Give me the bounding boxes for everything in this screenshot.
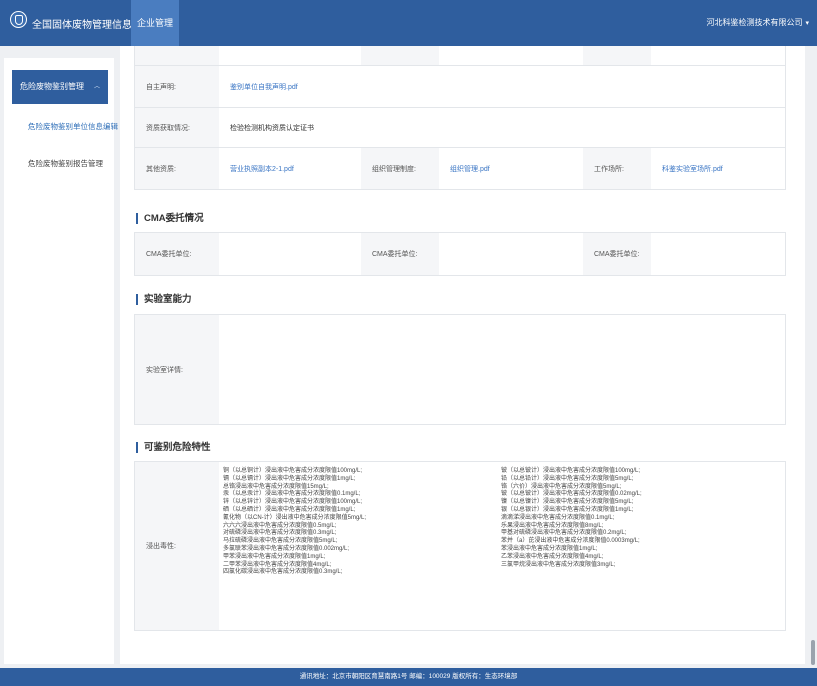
hazard-item: 镉（以总镉计）浸出液中危害成分浓度限值1mg/L; bbox=[223, 475, 356, 482]
cma-unit-label-1: CMA委托单位: bbox=[135, 233, 219, 275]
hazard-item: 铅（以总铅计）浸出液中危害成分浓度限值5mg/L; bbox=[501, 475, 634, 482]
caret-down-icon: ▾ bbox=[805, 20, 809, 27]
lab-details-label: 实验室详情: bbox=[135, 315, 219, 424]
hazard-item: 乙苯浸出液中危害成分浓度限值4mg/L; bbox=[501, 553, 604, 560]
hazard-list-right: 铍（以总铍计）浸出液中危害成分浓度限值100mg/L; 铅（以总铅计）浸出液中危害… bbox=[501, 468, 642, 569]
hazard-item: 氰化物（以CN-计）浸出液中危害成分浓度限值5mg/L; bbox=[223, 514, 367, 521]
table-row-lab-details: 实验室详情: bbox=[134, 314, 786, 425]
cma-unit-value-1 bbox=[219, 233, 361, 275]
row-label-cell bbox=[583, 46, 651, 65]
hazard-item: 苯浸出液中危害成分浓度限值1mg/L; bbox=[501, 545, 598, 552]
hazard-item: 铍（以总铍计）浸出液中危害成分浓度限值100mg/L; bbox=[501, 468, 641, 474]
hazard-item: 铜（以总铜计）浸出液中危害成分浓度限值100mg/L; bbox=[223, 468, 363, 474]
other-qualification-file-link[interactable]: 营业执照副本2-1.pdf bbox=[219, 148, 361, 189]
hazard-item: 锌（以总锌计）浸出液中危害成分浓度限值100mg/L; bbox=[223, 499, 363, 506]
hazard-item: 滴滴涕浸出液中危害成分浓度限值0.1mg/L; bbox=[501, 514, 615, 521]
system-logo-icon bbox=[10, 11, 27, 28]
sidebar-item-unit-info-edit[interactable]: 危险废物鉴别单位信息编辑 bbox=[28, 121, 118, 132]
table-row-self-declaration: 自主声明: 鉴别单位自我声明.pdf bbox=[134, 66, 786, 108]
hazard-item: 多氯联苯浸出液中危害成分浓度限值0.002mg/L; bbox=[223, 545, 350, 552]
section-title-cma: CMA委托情况 bbox=[136, 213, 204, 224]
table-row-qualification-obtained: 资质获取情况: 检验检测机构资质认定证书 bbox=[134, 108, 786, 148]
org-management-label: 组织管理制度: bbox=[361, 148, 439, 189]
table-row-leaching-toxicity: 浸出毒性: 铜（以总铜计）浸出液中危害成分浓度限值100mg/L; 镉（以总镉计）… bbox=[134, 461, 786, 631]
hazard-list-left: 铜（以总铜计）浸出液中危害成分浓度限值100mg/L; 镉（以总镉计）浸出液中危害… bbox=[223, 468, 366, 577]
company-name: 河北科鉴检测技术有限公司 bbox=[706, 18, 803, 27]
row-label-cell bbox=[361, 46, 439, 65]
cma-unit-value-2 bbox=[439, 233, 583, 275]
other-qualification-label: 其他资质: bbox=[135, 148, 219, 189]
cma-unit-value-3 bbox=[651, 233, 787, 275]
section-title-hazard-characteristics: 可鉴别危险特性 bbox=[136, 442, 211, 453]
hazard-item: 苯并（a）芘浸出液中危害成分浓度限值0.0003mg/L; bbox=[501, 538, 640, 545]
footer: 通讯地址：北京市朝阳区育慧南路1号 邮编：100029 版权所有：生态环境部 bbox=[0, 668, 817, 686]
hazard-item: 镍（以总镍计）浸出液中危害成分浓度限值5mg/L; bbox=[501, 499, 634, 506]
hazard-item: 银（以总银计）浸出液中危害成分浓度限值1mg/L; bbox=[501, 506, 634, 513]
sidebar-group-label: 危险废物鉴别管理 bbox=[20, 82, 84, 91]
hazard-item: 四氯化碳浸出液中危害成分浓度限值0.3mg/L; bbox=[223, 569, 343, 576]
hazard-item: 三氯甲烷浸出液中危害成分浓度限值3mg/L; bbox=[501, 561, 616, 568]
cma-unit-label-2: CMA委托单位: bbox=[361, 233, 439, 275]
qualification-obtained-label: 资质获取情况: bbox=[135, 108, 219, 147]
cma-unit-label-3: CMA委托单位: bbox=[583, 233, 651, 275]
self-declaration-file-link[interactable]: 鉴别单位自我声明.pdf bbox=[219, 66, 787, 107]
hazard-item: 甲基对硫磷浸出液中危害成分浓度限值0.2mg/L; bbox=[501, 530, 627, 537]
hazard-item: 甲苯浸出液中危害成分浓度限值1mg/L; bbox=[223, 553, 326, 560]
hazard-item: 对硫磷浸出液中危害成分浓度限值0.3mg/L; bbox=[223, 530, 337, 537]
workplace-file-link[interactable]: 科鉴实验室场所.pdf bbox=[651, 148, 787, 189]
org-management-file-link[interactable]: 组织管理.pdf bbox=[439, 148, 583, 189]
sidebar: 危险废物鉴别管理 ︿ 危险废物鉴别单位信息编辑 危险废物鉴别报告管理 bbox=[4, 58, 118, 664]
company-menu[interactable]: 河北科鉴检测技术有限公司 ▾ bbox=[706, 17, 809, 28]
table-row-cma: CMA委托单位: CMA委托单位: CMA委托单位: bbox=[134, 232, 786, 276]
tab-enterprise-management[interactable]: 企业管理 bbox=[131, 0, 179, 46]
qualification-obtained-value: 检验检测机构资质认定证书 bbox=[230, 124, 314, 132]
table-row-other-qualifications: 其他资质: 营业执照副本2-1.pdf 组织管理制度: 组织管理.pdf 工作场… bbox=[134, 148, 786, 190]
top-header-bar: 全国固体废物管理信息系统 企业管理 河北科鉴检测技术有限公司 ▾ bbox=[0, 0, 817, 46]
clipped-table-row bbox=[134, 46, 786, 66]
lab-details-value bbox=[219, 315, 787, 424]
workplace-label: 工作场所: bbox=[583, 148, 651, 189]
sidebar-item-report-management[interactable]: 危险废物鉴别报告管理 bbox=[28, 158, 103, 169]
leaching-toxicity-label: 浸出毒性: bbox=[135, 462, 219, 630]
chevron-up-icon: ︿ bbox=[93, 84, 100, 90]
hazard-item: 硒（以总硒计）浸出液中危害成分浓度限值1mg/L; bbox=[223, 506, 356, 513]
sidebar-group-hazardous-waste-identification[interactable]: 危险废物鉴别管理 ︿ bbox=[12, 70, 108, 104]
main-content: 自主声明: 鉴别单位自我声明.pdf 资质获取情况: 检验检测机构资质认定证书 … bbox=[120, 46, 805, 664]
scrollbar-thumb[interactable] bbox=[811, 640, 815, 665]
hazard-item: 马拉硫磷浸出液中危害成分浓度限值5mg/L; bbox=[223, 538, 338, 545]
row-label-cell bbox=[135, 46, 219, 65]
section-title-lab-capability: 实验室能力 bbox=[136, 294, 192, 305]
self-declaration-label: 自主声明: bbox=[135, 66, 219, 107]
